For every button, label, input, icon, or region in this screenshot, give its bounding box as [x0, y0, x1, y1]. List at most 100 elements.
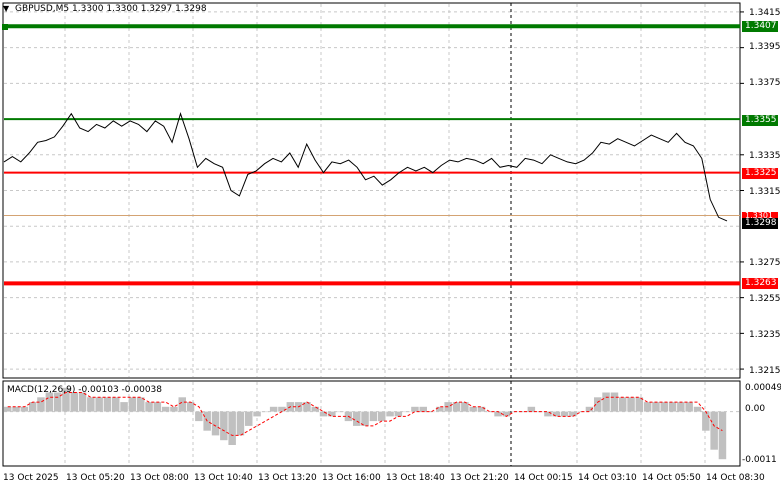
- macd-histogram-bar: [20, 406, 29, 412]
- macd-histogram-bar: [552, 411, 560, 417]
- macd-label: MACD(12,26,9) -0.00103 -0.00038: [7, 385, 163, 395]
- price-axis-label: 1.3315: [749, 187, 781, 197]
- macd-histogram-bar: [319, 411, 328, 417]
- macd-histogram-bar: [170, 406, 178, 412]
- macd-histogram-bar: [28, 402, 37, 412]
- macd-histogram-bar: [702, 411, 710, 431]
- macd-histogram-bar: [37, 397, 45, 412]
- macd-axis-label: -0.0011: [742, 455, 777, 465]
- time-axis-label: 14 Oct 03:10: [578, 473, 637, 483]
- macd-histogram-bar: [635, 397, 644, 412]
- macd-histogram-bar: [95, 397, 103, 412]
- price-axis-label: 1.3275: [749, 258, 781, 268]
- macd-histogram-bar: [269, 406, 278, 412]
- macd-histogram-bar: [236, 411, 245, 436]
- macd-histogram-bar: [4, 406, 12, 412]
- level-tag-red-mid[interactable]: 1.3325: [742, 168, 778, 179]
- macd-histogram-bar: [378, 411, 386, 422]
- price-axis-label: 1.3215: [749, 366, 781, 376]
- macd-histogram-bar: [693, 406, 702, 412]
- time-axis-label: 13 Oct 10:40: [194, 473, 253, 483]
- price-axis-label: 1.3255: [749, 294, 781, 304]
- price-axis-label: 1.3335: [749, 151, 781, 161]
- macd-histogram-bar: [660, 402, 668, 412]
- macd-histogram-bar: [560, 411, 569, 417]
- level-handle-left[interactable]: [2, 24, 8, 30]
- level-tag-green-top[interactable]: 1.3407: [742, 21, 778, 32]
- macd-histogram-bar: [195, 411, 203, 422]
- macd-histogram-bar: [161, 406, 170, 412]
- macd-histogram-bar: [87, 397, 95, 412]
- macd-histogram-bar: [610, 392, 619, 412]
- macd-histogram: [4, 387, 727, 460]
- macd-histogram-bar: [311, 406, 319, 412]
- level-tag-red-bottom[interactable]: 1.3263: [742, 278, 778, 289]
- macd-histogram-bar: [569, 411, 577, 417]
- macd-histogram-bar: [627, 397, 635, 412]
- time-axis-label: 13 Oct 13:20: [258, 473, 317, 483]
- time-axis-label: 13 Oct 08:00: [130, 473, 189, 483]
- macd-histogram-bar: [685, 402, 693, 412]
- time-axis-label: 13 Oct 05:20: [66, 473, 125, 483]
- macd-histogram-bar: [361, 411, 369, 426]
- time-axis-label: 13 Oct 18:40: [386, 473, 445, 483]
- price-axis-label: 1.3395: [749, 42, 781, 52]
- macd-histogram-bar: [602, 392, 610, 412]
- time-axis-label: 13 Oct 16:00: [322, 473, 381, 483]
- current-price-tag: 1.3298: [742, 218, 778, 229]
- price-axis-label: 1.3375: [749, 78, 781, 88]
- level-tag-green-mid[interactable]: 1.3355: [742, 115, 778, 126]
- macd-histogram-bar: [220, 411, 228, 441]
- macd-histogram-bar: [186, 402, 195, 412]
- collapse-arrow-icon[interactable]: ▼: [3, 4, 13, 13]
- macd-axis-label: 0.00049: [745, 383, 781, 393]
- macd-histogram-bar: [718, 411, 727, 460]
- macd-histogram-bar: [452, 402, 461, 412]
- macd-histogram-bar: [402, 411, 411, 413]
- macd-histogram-bar: [394, 411, 403, 417]
- macd-histogram-bar: [120, 402, 128, 412]
- time-axis-label: 14 Oct 05:50: [642, 473, 701, 483]
- price-line: [3, 112, 728, 222]
- macd-histogram-bar: [278, 406, 286, 412]
- macd-histogram-bar: [178, 397, 186, 412]
- macd-histogram-bar: [153, 402, 162, 412]
- macd-histogram-bar: [353, 411, 361, 426]
- macd-histogram-bar: [436, 406, 444, 412]
- macd-histogram-bar: [137, 397, 145, 412]
- macd-histogram-bar: [544, 411, 552, 417]
- macd-histogram-bar: [677, 402, 685, 412]
- macd-histogram-bar: [411, 406, 419, 412]
- time-axis-label: 14 Oct 08:30: [706, 473, 765, 483]
- macd-histogram-bar: [253, 411, 261, 417]
- macd-histogram-bar: [419, 406, 427, 412]
- symbol-header: GBPUSD,M5 1.3300 1.3300 1.3297 1.3298: [15, 4, 207, 14]
- macd-histogram-bar: [494, 411, 502, 417]
- macd-histogram-bar: [668, 402, 677, 412]
- macd-histogram-bar: [619, 397, 627, 412]
- macd-histogram-bar: [469, 406, 477, 412]
- macd-histogram-bar: [652, 402, 660, 412]
- macd-histogram-bar: [643, 402, 652, 412]
- macd-histogram-bar: [710, 411, 718, 450]
- macd-histogram-bar: [527, 406, 536, 412]
- macd-histogram-bar: [145, 402, 153, 412]
- macd-histogram-bar: [112, 397, 120, 412]
- macd-histogram-bar: [128, 397, 137, 412]
- price-axis-label: 1.3415: [749, 8, 781, 18]
- time-axis-label: 14 Oct 00:15: [514, 473, 573, 483]
- macd-histogram-bar: [477, 406, 486, 412]
- time-axis-label: 13 Oct 2025: [3, 473, 59, 483]
- macd-histogram-bar: [502, 411, 511, 417]
- macd-histogram-bar: [211, 411, 220, 436]
- macd-histogram-bar: [336, 411, 344, 413]
- macd-histogram-bar: [228, 411, 236, 445]
- macd-histogram-bar: [103, 397, 112, 412]
- macd-histogram-bar: [261, 411, 270, 413]
- macd-histogram-bar: [369, 411, 378, 422]
- macd-histogram-bar: [386, 411, 394, 417]
- macd-histogram-bar: [328, 411, 336, 417]
- chart-canvas: [2, 2, 744, 467]
- time-axis-label: 13 Oct 21:20: [450, 473, 509, 483]
- macd-histogram-bar: [461, 402, 469, 412]
